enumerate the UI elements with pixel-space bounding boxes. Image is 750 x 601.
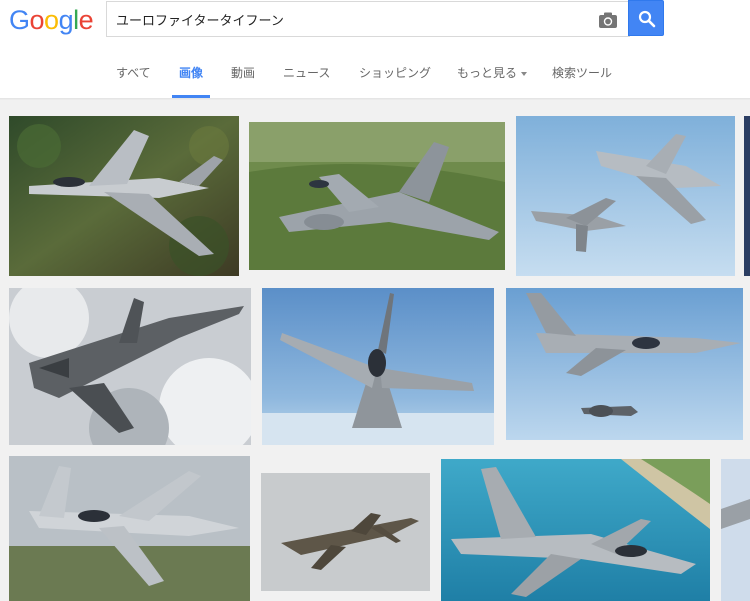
tab-images[interactable]: 画像 (179, 64, 203, 81)
camera-icon[interactable] (598, 11, 618, 29)
image-result[interactable] (441, 459, 710, 601)
tab-more[interactable]: もっと見る (457, 64, 528, 81)
logo-letter: e (78, 5, 94, 35)
chevron-down-icon (521, 71, 528, 76)
search-tabs-bar: すべて 画像 動画 ニュース ショッピング もっと見る 検索ツール (0, 46, 750, 99)
image-result[interactable] (744, 116, 750, 276)
image-result[interactable] (516, 116, 735, 276)
image-result[interactable] (506, 288, 743, 440)
tab-more-label: もっと見る (457, 66, 518, 80)
logo-letter: G (9, 5, 30, 35)
search-icon (638, 10, 656, 28)
image-result[interactable] (9, 456, 250, 601)
image-results-grid (0, 100, 750, 601)
search-input[interactable] (116, 8, 586, 30)
tab-all[interactable]: すべて (116, 64, 151, 81)
logo-letter: o (44, 5, 59, 35)
active-tab-indicator (172, 95, 210, 98)
image-result[interactable] (721, 459, 750, 601)
image-result[interactable] (9, 116, 239, 276)
search-box (106, 1, 630, 37)
tab-news[interactable]: ニュース (283, 64, 330, 81)
image-result[interactable] (262, 288, 494, 445)
google-logo[interactable]: Google (9, 4, 94, 36)
tab-videos[interactable]: 動画 (231, 64, 255, 81)
tab-shopping[interactable]: ショッピング (359, 64, 431, 81)
logo-letter: g (58, 5, 74, 35)
search-button[interactable] (628, 0, 664, 36)
image-result[interactable] (249, 122, 505, 270)
image-result[interactable] (261, 473, 430, 591)
top-bar: Google (0, 0, 750, 46)
image-result[interactable] (9, 288, 251, 445)
tab-search-tools[interactable]: 検索ツール (552, 64, 612, 81)
logo-letter: o (29, 5, 45, 35)
